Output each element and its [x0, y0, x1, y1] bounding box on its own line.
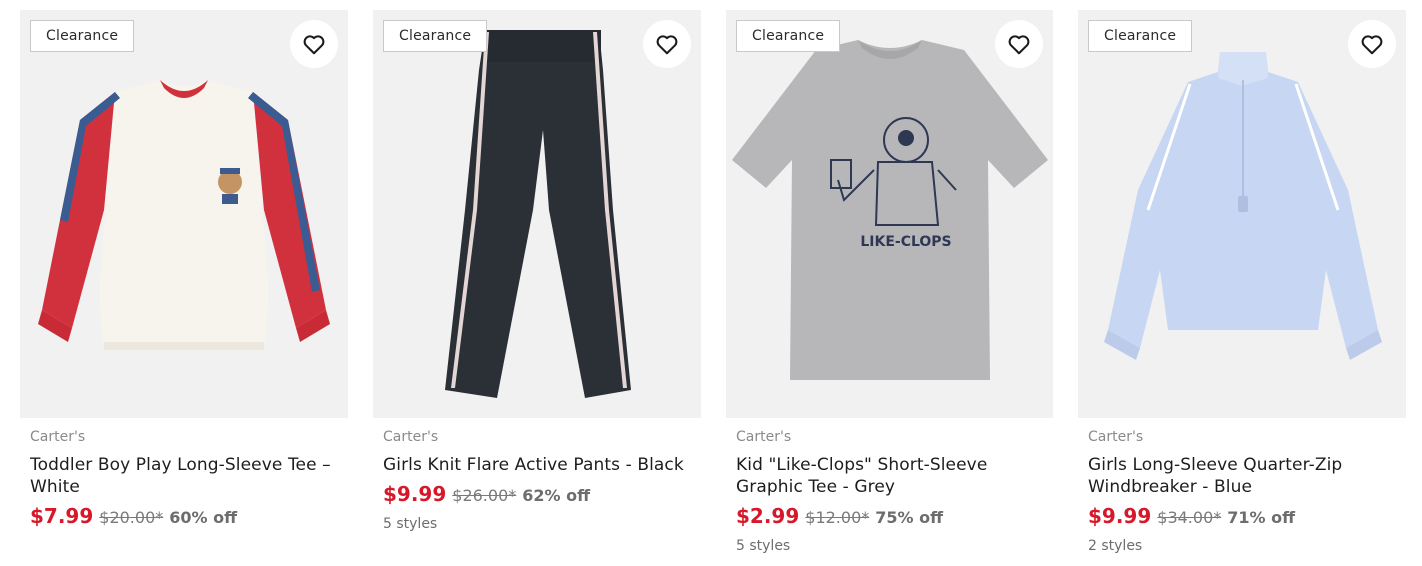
product-image[interactable]: Clearance — [373, 10, 701, 418]
original-price: $34.00* — [1157, 508, 1222, 527]
discount-label: 75% off — [875, 508, 944, 527]
discount-label: 71% off — [1227, 508, 1296, 527]
brand-name: Carter's — [736, 429, 792, 445]
product-grid: Clearance Carter's Toddler Boy Play Long… — [0, 0, 1422, 566]
brand-name: Carter's — [1088, 429, 1144, 445]
favorite-button[interactable] — [995, 20, 1043, 68]
original-price: $20.00* — [99, 508, 164, 527]
product-card[interactable]: LIKE-CLOPS Clearance Carter's Kid "Like-… — [726, 10, 1053, 554]
heart-outline-icon — [303, 35, 325, 55]
product-card[interactable]: Clearance Carter's Girls Knit Flare Acti… — [373, 10, 701, 532]
heart-outline-icon — [1361, 35, 1383, 55]
product-image[interactable]: Clearance — [1078, 10, 1406, 418]
heart-outline-icon — [1008, 35, 1030, 55]
product-info: Carter's Girls Knit Flare Active Pants -… — [373, 418, 701, 532]
sale-price: $2.99 — [736, 504, 800, 528]
product-info: Carter's Toddler Boy Play Long-Sleeve Te… — [20, 418, 348, 528]
product-info: Carter's Kid "Like-Clops" Short-Sleeve G… — [726, 418, 1053, 554]
styles-count[interactable]: 5 styles — [383, 516, 691, 532]
price-row: $2.99 $12.00* 75% off — [736, 504, 1043, 528]
discount-label: 62% off — [522, 486, 591, 505]
brand-name: Carter's — [383, 429, 439, 445]
price-row: $9.99 $26.00* 62% off — [383, 482, 691, 506]
brand-name: Carter's — [30, 429, 86, 445]
styles-count[interactable]: 5 styles — [736, 538, 1043, 554]
product-info: Carter's Girls Long-Sleeve Quarter-Zip W… — [1078, 418, 1406, 554]
favorite-button[interactable] — [1348, 20, 1396, 68]
clearance-badge: Clearance — [736, 20, 841, 52]
product-card[interactable]: Clearance Carter's Girls Long-Sleeve Qua… — [1078, 10, 1406, 554]
favorite-button[interactable] — [643, 20, 691, 68]
product-title[interactable]: Girls Knit Flare Active Pants - Black — [383, 454, 691, 476]
clearance-badge: Clearance — [1088, 20, 1193, 52]
discount-label: 60% off — [169, 508, 238, 527]
original-price: $12.00* — [805, 508, 870, 527]
product-image[interactable]: Clearance — [20, 10, 348, 418]
windbreaker-image — [1104, 52, 1382, 360]
sale-price: $7.99 — [30, 504, 94, 528]
product-image[interactable]: LIKE-CLOPS Clearance — [726, 10, 1053, 418]
sale-price: $9.99 — [383, 482, 447, 506]
favorite-button[interactable] — [290, 20, 338, 68]
price-row: $9.99 $34.00* 71% off — [1088, 504, 1396, 528]
heart-outline-icon — [656, 35, 678, 55]
tee-raglan-image — [38, 80, 330, 350]
graphic-tee-image: LIKE-CLOPS — [732, 40, 1048, 380]
product-card[interactable]: Clearance Carter's Toddler Boy Play Long… — [20, 10, 348, 528]
original-price: $26.00* — [452, 486, 517, 505]
sale-price: $9.99 — [1088, 504, 1152, 528]
clearance-badge: Clearance — [30, 20, 135, 52]
styles-count[interactable]: 2 styles — [1088, 538, 1396, 554]
product-title[interactable]: Toddler Boy Play Long-Sleeve Tee – White — [30, 454, 338, 498]
graphic-text: LIKE-CLOPS — [860, 234, 951, 250]
clearance-badge: Clearance — [383, 20, 488, 52]
product-title[interactable]: Kid "Like-Clops" Short-Sleeve Graphic Te… — [736, 454, 1043, 498]
price-row: $7.99 $20.00* 60% off — [30, 504, 338, 528]
product-title[interactable]: Girls Long-Sleeve Quarter-Zip Windbreake… — [1088, 454, 1396, 498]
flare-pants-image — [445, 30, 631, 398]
